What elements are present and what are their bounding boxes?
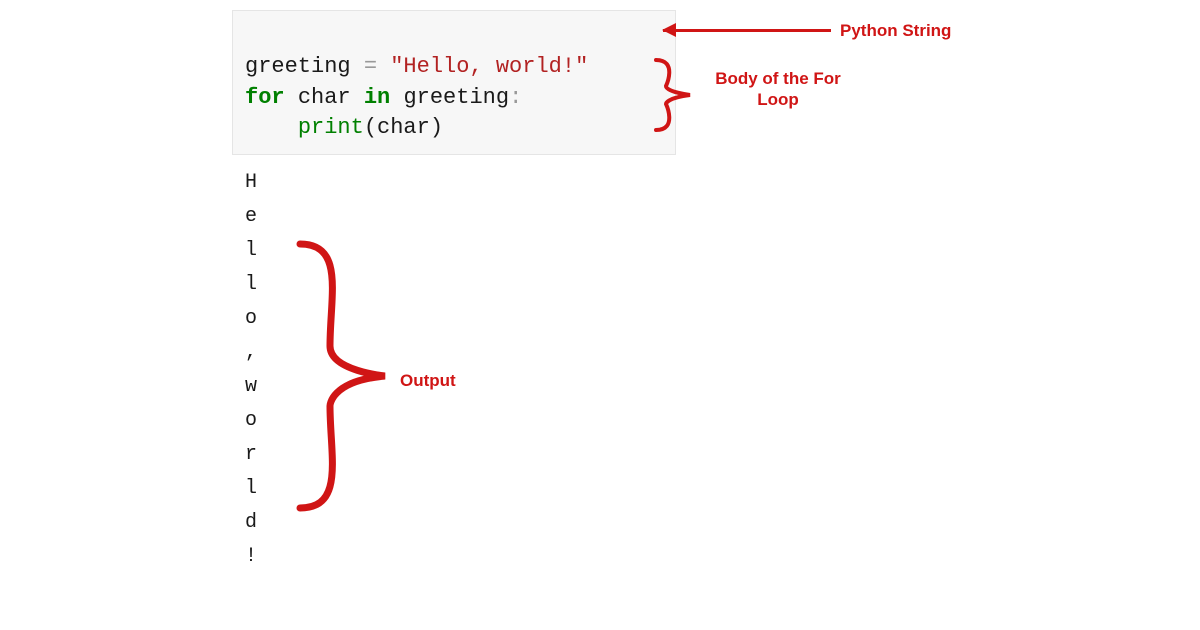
code-token-var: greeting — [403, 85, 509, 110]
output-char: e — [245, 200, 257, 234]
output-char: ! — [245, 540, 257, 574]
arrow-icon — [663, 29, 831, 32]
code-space — [351, 85, 364, 110]
brace-icon — [290, 236, 390, 516]
code-token-arg: char — [377, 115, 430, 140]
program-output: H e l l o , w o r l d ! — [245, 166, 257, 574]
code-token-keyword: in — [364, 85, 390, 110]
output-char: l — [245, 234, 257, 268]
output-char: l — [245, 268, 257, 302]
code-token-var: greeting — [245, 54, 351, 79]
code-block: greeting = "Hello, world!" for char in g… — [232, 10, 676, 155]
code-space — [377, 54, 390, 79]
output-char: H — [245, 166, 257, 200]
output-char: o — [245, 404, 257, 438]
code-space — [390, 85, 403, 110]
annotation-output: Output — [400, 370, 456, 391]
code-token-func: print — [298, 115, 364, 140]
output-char: r — [245, 438, 257, 472]
output-char: d — [245, 506, 257, 540]
code-indent — [245, 115, 298, 140]
output-char: o — [245, 302, 257, 336]
output-char: , — [245, 336, 257, 370]
code-token-keyword: for — [245, 85, 285, 110]
annotation-python-string: Python String — [840, 20, 951, 41]
code-token-op: = — [364, 54, 377, 79]
code-token-string: "Hello, world!" — [390, 54, 588, 79]
output-char: l — [245, 472, 257, 506]
code-space — [351, 54, 364, 79]
code-token-paren: ( — [364, 115, 377, 140]
annotation-for-loop-body: Body of the For Loop — [703, 68, 853, 111]
code-token-colon: : — [509, 85, 522, 110]
code-token-paren: ) — [430, 115, 443, 140]
output-char: w — [245, 370, 257, 404]
code-space — [285, 85, 298, 110]
brace-icon — [650, 56, 696, 134]
code-token-var: char — [298, 85, 351, 110]
